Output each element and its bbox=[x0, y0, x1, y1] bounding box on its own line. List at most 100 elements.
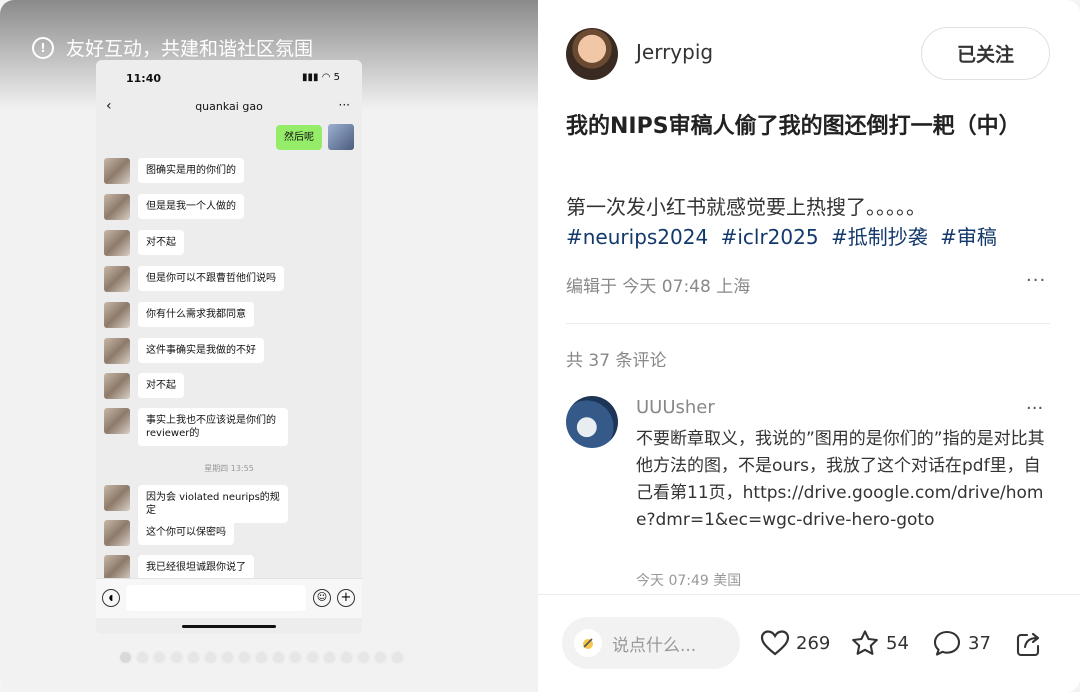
home-indicator bbox=[182, 625, 276, 628]
phone-signal-icons: ▮▮▮ ◠ 5 bbox=[302, 72, 340, 83]
chat-header: ‹ quankai gao ··· bbox=[96, 96, 362, 124]
chat-name: quankai gao bbox=[195, 100, 263, 113]
comment-count: 共 37 条评论 bbox=[566, 351, 667, 371]
divider bbox=[566, 323, 1050, 324]
tag-link[interactable]: #iclr2025 bbox=[721, 225, 819, 249]
pagination-dot[interactable] bbox=[341, 652, 352, 663]
screenshot-image: 11:40 ▮▮▮ ◠ 5 ‹ quankai gao ··· 然后呢 图确实是… bbox=[96, 60, 362, 634]
pagination-dot[interactable] bbox=[120, 652, 131, 663]
avatar bbox=[104, 158, 130, 184]
avatar bbox=[104, 373, 130, 399]
pagination-dot[interactable] bbox=[137, 652, 148, 663]
avatar bbox=[104, 302, 130, 328]
post-tags: #neurips2024 #iclr2025 #抵制抄袭 #审稿 bbox=[566, 222, 1056, 252]
pagination-dot[interactable] bbox=[290, 652, 301, 663]
chat-message: 对不起 bbox=[104, 373, 184, 399]
pagination-dot[interactable] bbox=[205, 652, 216, 663]
chat-message: 你有什么需求我都同意 bbox=[104, 302, 254, 328]
comment-time: 今天 07:49 美国 bbox=[636, 573, 742, 589]
author-avatar[interactable] bbox=[566, 28, 618, 80]
star-icon bbox=[852, 630, 878, 655]
image-pagination[interactable] bbox=[120, 652, 403, 663]
pagination-dot[interactable] bbox=[307, 652, 318, 663]
chat-input-bar: ◖ ☺ + bbox=[96, 578, 362, 618]
avatar bbox=[104, 338, 130, 364]
avatar bbox=[104, 230, 130, 256]
pagination-dot[interactable] bbox=[188, 652, 199, 663]
pagination-dot[interactable] bbox=[222, 652, 233, 663]
comment-icon bbox=[933, 630, 961, 656]
pagination-dot[interactable] bbox=[273, 652, 284, 663]
chat-message: 但是你可以不跟曹哲他们说吗 bbox=[104, 266, 284, 292]
comment-input[interactable]: 说点什么... bbox=[562, 617, 740, 669]
chat-message: 事实上我也不应该说是你们的reviewer的 bbox=[104, 408, 288, 446]
chat-message: 但是是我一个人做的 bbox=[104, 194, 244, 220]
message-bubble: 图确实是用的你们的 bbox=[138, 158, 244, 183]
pagination-dot[interactable] bbox=[324, 652, 335, 663]
pagination-dot[interactable] bbox=[239, 652, 250, 663]
commenter-name[interactable]: UUUsher bbox=[636, 397, 715, 418]
message-bubble: 我已经很坦诚跟你说了 bbox=[138, 555, 254, 580]
comment-count-bottom: 37 bbox=[968, 632, 991, 654]
voice-icon: ◖ bbox=[102, 589, 120, 607]
message-bubble: 这个你可以保密吗 bbox=[138, 520, 234, 545]
comment-text: 不要断章取义，我说的”图用的是你们的”指的是对比其他方法的图，不是ours，我放… bbox=[636, 429, 1045, 530]
note-panel: Jerrypig 已关注 我的NIPS审稿人偷了我的图还倒打一耙（中） 第一次发… bbox=[538, 0, 1080, 692]
comment-button[interactable]: 37 bbox=[932, 629, 991, 657]
comment-more-icon[interactable]: ··· bbox=[1026, 398, 1043, 419]
chat-message: 这个你可以保密吗 bbox=[104, 520, 234, 546]
message-bubble: 因为会 violated neurips的规定 bbox=[138, 485, 288, 523]
media-viewer[interactable]: ! 友好互动，共建和谐社区氛围 11:40 ▮▮▮ ◠ 5 ‹ quankai … bbox=[0, 0, 538, 692]
message-bubble: 但是你可以不跟曹哲他们说吗 bbox=[138, 266, 284, 291]
tag-link[interactable]: #审稿 bbox=[940, 225, 997, 249]
message-bubble: 对不起 bbox=[138, 373, 184, 398]
more-icon: ··· bbox=[338, 98, 350, 112]
pagination-dot[interactable] bbox=[256, 652, 267, 663]
post-description: 第一次发小红书就感觉要上热搜了。。。。。 bbox=[566, 195, 926, 219]
message-bubble: 这件事确实是我做的不好 bbox=[138, 338, 264, 363]
emoji-icon: ☺ bbox=[313, 589, 331, 607]
pagination-dot[interactable] bbox=[358, 652, 369, 663]
post-meta: 编辑于 今天 07:48 上海 bbox=[566, 277, 751, 297]
phone-status-bar: 11:40 ▮▮▮ ◠ 5 bbox=[96, 60, 362, 96]
share-button[interactable] bbox=[1014, 629, 1050, 659]
tag-link[interactable]: #抵制抄袭 bbox=[831, 225, 928, 249]
pagination-dot[interactable] bbox=[171, 652, 182, 663]
pen-icon bbox=[574, 629, 602, 657]
author-name[interactable]: Jerrypig bbox=[636, 40, 713, 64]
notice-text: 友好互动，共建和谐社区氛围 bbox=[66, 38, 314, 60]
my-message: 然后呢 bbox=[276, 124, 354, 150]
commenter-avatar[interactable] bbox=[566, 396, 618, 448]
avatar bbox=[104, 485, 130, 511]
share-icon bbox=[1016, 632, 1040, 657]
avatar bbox=[104, 520, 130, 546]
avatar bbox=[104, 194, 130, 220]
follow-button[interactable]: 已关注 bbox=[921, 27, 1050, 80]
chat-timestamp: 星期四 13:55 bbox=[204, 464, 254, 473]
like-button[interactable]: 269 bbox=[760, 629, 830, 657]
phone-time: 11:40 bbox=[126, 72, 162, 85]
message-bubble: 对不起 bbox=[138, 230, 184, 255]
battery-level: 5 bbox=[333, 72, 340, 83]
collect-count: 54 bbox=[886, 632, 909, 654]
tag-link[interactable]: #neurips2024 bbox=[566, 225, 708, 249]
chat-message: 图确实是用的你们的 bbox=[104, 158, 244, 184]
avatar bbox=[104, 266, 130, 292]
pagination-dot[interactable] bbox=[154, 652, 165, 663]
post-title: 我的NIPS审稿人偷了我的图还倒打一耙（中） bbox=[566, 114, 1021, 139]
chat-message: 这件事确实是我做的不好 bbox=[104, 338, 264, 364]
collect-button[interactable]: 54 bbox=[850, 629, 909, 657]
heart-icon bbox=[760, 630, 790, 656]
more-options-icon[interactable]: ··· bbox=[1026, 270, 1046, 291]
chat-message: 对不起 bbox=[104, 230, 184, 256]
message-bubble: 你有什么需求我都同意 bbox=[138, 302, 254, 327]
chat-input-field bbox=[126, 585, 306, 611]
note-detail-modal: ! 友好互动，共建和谐社区氛围 11:40 ▮▮▮ ◠ 5 ‹ quankai … bbox=[0, 0, 1080, 692]
interaction-bar: 说点什么... 269 54 37 bbox=[538, 594, 1080, 692]
chat-message: 因为会 violated neurips的规定 bbox=[104, 485, 288, 523]
like-count: 269 bbox=[796, 632, 831, 654]
plus-icon: + bbox=[337, 589, 355, 607]
my-message-bubble: 然后呢 bbox=[276, 124, 322, 150]
pagination-dot[interactable] bbox=[392, 652, 403, 663]
pagination-dot[interactable] bbox=[375, 652, 386, 663]
